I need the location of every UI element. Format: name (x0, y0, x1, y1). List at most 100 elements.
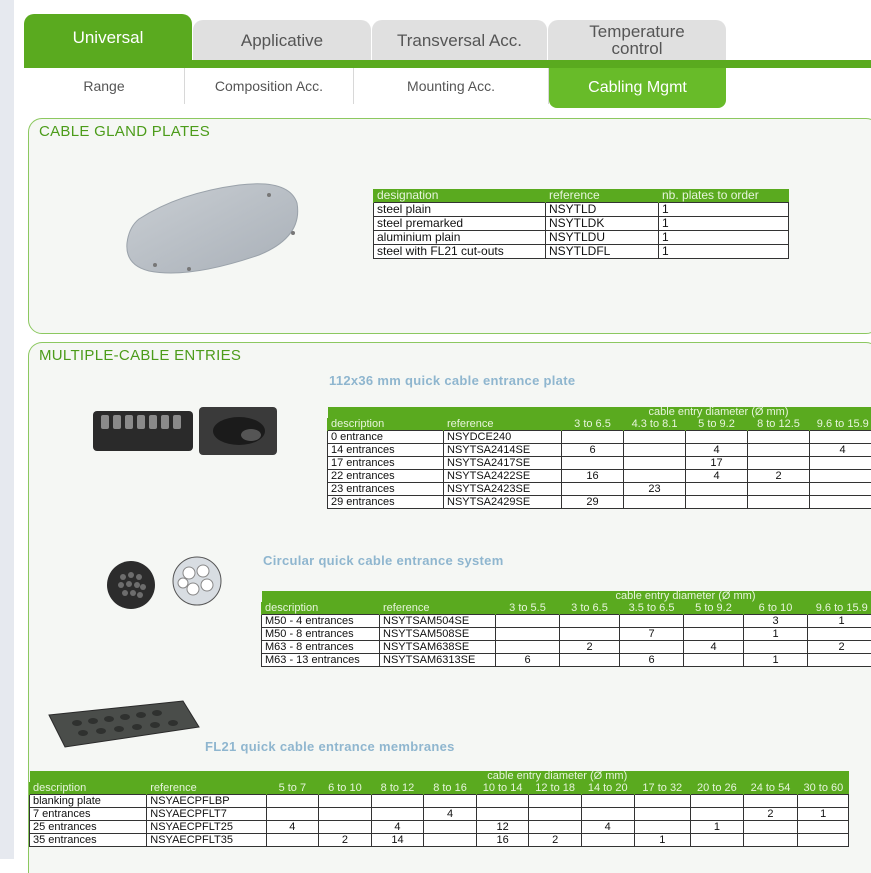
col-header: description (30, 782, 147, 795)
table-cell: NSYTSAM6313SE (380, 654, 496, 667)
subtab-composition-acc[interactable]: Composition Acc. (185, 68, 354, 104)
table-cell (529, 821, 582, 834)
spacer-cell (262, 591, 496, 602)
circular-table: cable entry diameter (Ø mm) description … (261, 591, 871, 667)
subtab-range[interactable]: Range (24, 68, 185, 104)
table-cell (476, 808, 529, 821)
table-cell (624, 457, 686, 470)
table-cell (424, 834, 477, 847)
table-cell: NSYTSAM638SE (380, 641, 496, 654)
table-cell: steel premarked (374, 217, 546, 231)
table-cell (496, 641, 560, 654)
circular-entrance-image (103, 551, 223, 617)
table-cell: 1 (691, 821, 744, 834)
table-cell: 0 entrance (328, 431, 444, 444)
table-cell: 1 (744, 628, 808, 641)
group-header: cable entry diameter (Ø mm) (496, 591, 871, 602)
table-cell: NSYTSA2429SE (444, 496, 562, 509)
table-row: 35 entrancesNSYAECPFLT352141621 (30, 834, 849, 847)
table-cell: 3 (744, 615, 808, 628)
table-cell: 25 entrances (30, 821, 147, 834)
tab-temperature-control[interactable]: Temperature control (548, 20, 726, 60)
col-header: designation (374, 189, 546, 203)
tab-applicative[interactable]: Applicative (193, 20, 371, 60)
table-cell: NSYTSA2423SE (444, 483, 562, 496)
table-row: 7 entrancesNSYAECPFLT7421 (30, 808, 849, 821)
table-cell: 1 (659, 231, 789, 245)
table-cell (743, 821, 798, 834)
table-cell (560, 628, 620, 641)
table-cell: NSYTLD (546, 203, 659, 217)
table-cell: 17 entrances (328, 457, 444, 470)
table-cell: NSYTSA2417SE (444, 457, 562, 470)
col-header: 9.6 to 15.9 (810, 418, 871, 431)
gland-plates-table: designation reference nb. plates to orde… (373, 189, 789, 259)
table-row: M50 - 8 entrancesNSYTSAM508SE71 (262, 628, 871, 641)
table-cell: 2 (319, 834, 372, 847)
col-header: description (262, 602, 380, 615)
table-cell: 4 (581, 821, 634, 834)
table-cell: 29 (562, 496, 624, 509)
table-cell: 16 (562, 470, 624, 483)
group-header: cable entry diameter (Ø mm) (266, 771, 848, 782)
table-cell: 4 (810, 444, 871, 457)
table-row: steel with FL21 cut-outs NSYTLDFL 1 (374, 245, 789, 259)
col-header: 8 to 12 (371, 782, 424, 795)
table-cell: 6 (496, 654, 560, 667)
table-cell: 6 (620, 654, 684, 667)
col-header: 24 to 54 (743, 782, 798, 795)
table-cell: 1 (798, 808, 849, 821)
table-cell (798, 834, 849, 847)
table-cell (581, 808, 634, 821)
table-cell (560, 654, 620, 667)
col-header: description (328, 418, 444, 431)
table-row: 29 entrancesNSYTSA2429SE29 (328, 496, 871, 509)
table-cell (624, 496, 686, 509)
table-cell: NSYTLDU (546, 231, 659, 245)
table-cell (476, 795, 529, 808)
table-cell: 35 entrances (30, 834, 147, 847)
table-cell (424, 795, 477, 808)
table-cell: 4 (424, 808, 477, 821)
table-cell: M50 - 4 entrances (262, 615, 380, 628)
table-cell (634, 821, 691, 834)
left-gutter (0, 0, 14, 859)
table-cell (810, 470, 871, 483)
sub-tabs: Range Composition Acc. Mounting Acc. Cab… (24, 68, 871, 108)
tab-transversal-acc[interactable]: Transversal Acc. (372, 20, 547, 60)
table-group-header: cable entry diameter (Ø mm) (262, 591, 871, 602)
table-cell (748, 457, 810, 470)
table-cell: aluminium plain (374, 231, 546, 245)
table-cell (748, 496, 810, 509)
table-cell (684, 615, 744, 628)
table-cell (684, 628, 744, 641)
tab-universal[interactable]: Universal (24, 14, 192, 60)
main-tabs: Universal Applicative Transversal Acc. T… (24, 14, 871, 60)
table-cell (624, 470, 686, 483)
subtab-cabling-mgmt[interactable]: Cabling Mgmt (549, 68, 726, 108)
table-row: 25 entrancesNSYAECPFLT25441241 (30, 821, 849, 834)
table-header-row: description reference 3 to 6.5 4.3 to 8.… (328, 418, 871, 431)
table-cell: 14 (371, 834, 424, 847)
table-cell: 7 entrances (30, 808, 147, 821)
plate-table-body: 0 entranceNSYDCE24014 entrancesNSYTSA241… (328, 431, 871, 509)
table-cell: NSYTLDFL (546, 245, 659, 259)
table-cell: NSYDCE240 (444, 431, 562, 444)
section-cable-gland-plates: CABLE GLAND PLATES designation reference… (28, 118, 871, 334)
table-cell: NSYTSA2414SE (444, 444, 562, 457)
col-header: 12 to 18 (529, 782, 582, 795)
table-cell: NSYAECPFLT7 (147, 808, 266, 821)
table-cell (634, 795, 691, 808)
col-header: reference (380, 602, 496, 615)
table-header-row: description reference 3 to 5.5 3 to 6.5 … (262, 602, 871, 615)
table-row: 23 entrancesNSYTSA2423SE23 (328, 483, 871, 496)
table-cell: steel plain (374, 203, 546, 217)
table-cell (581, 795, 634, 808)
table-cell (691, 808, 744, 821)
fl21-membrane-image (43, 697, 203, 753)
col-header: 3.5 to 6.5 (620, 602, 684, 615)
table-cell (691, 834, 744, 847)
col-header: 5 to 9.2 (684, 602, 744, 615)
col-header: 8 to 12.5 (748, 418, 810, 431)
subtab-mounting-acc[interactable]: Mounting Acc. (354, 68, 549, 104)
